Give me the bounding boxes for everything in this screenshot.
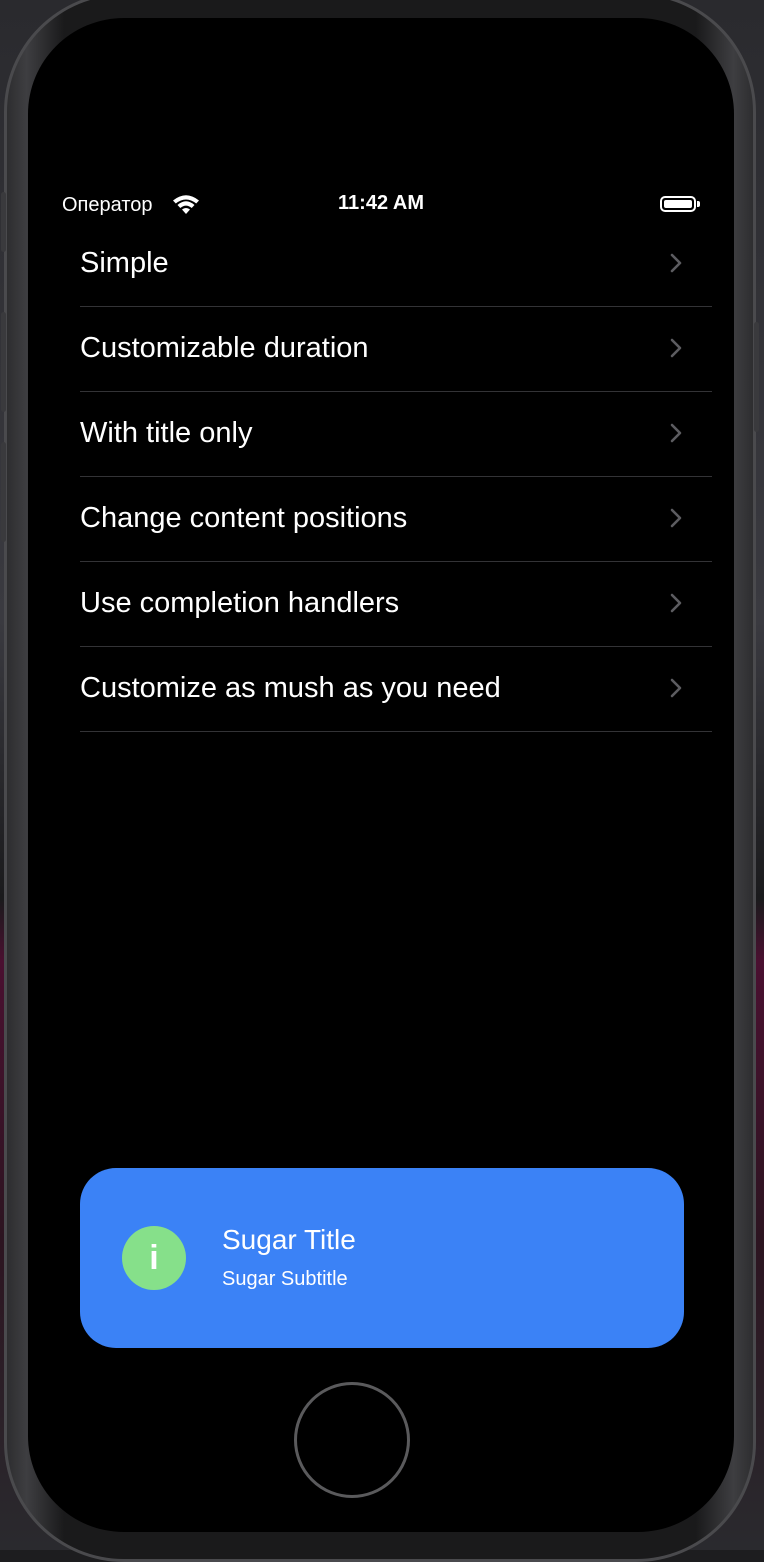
status-time: 11:42 AM	[338, 192, 424, 214]
list-item-with-title-only[interactable]: With title only	[80, 392, 712, 477]
list-item-label: Change content positions	[80, 502, 408, 534]
toast-subtitle: Sugar Subtitle	[222, 1268, 348, 1290]
chevron-right-icon	[670, 593, 682, 613]
phone-screen: Оператор 11:42 AM Simple Customizable du…	[28, 18, 734, 1532]
chevron-right-icon	[670, 678, 682, 698]
list-item-simple[interactable]: Simple	[80, 222, 712, 307]
chevron-right-icon	[670, 423, 682, 443]
demo-list: Simple Customizable duration With title …	[80, 222, 712, 732]
volume-up-button[interactable]	[1, 312, 6, 412]
list-item-customize-as-much[interactable]: Customize as mush as you need	[80, 647, 712, 732]
status-bar: Оператор 11:42 AM	[28, 190, 734, 220]
battery-icon	[660, 196, 700, 214]
list-item-change-content-positions[interactable]: Change content positions	[80, 477, 712, 562]
list-item-label: Simple	[80, 247, 169, 279]
power-button[interactable]	[754, 322, 759, 432]
home-button[interactable]	[294, 1382, 410, 1498]
list-item-label: Customizable duration	[80, 332, 369, 364]
sugar-toast[interactable]: i Sugar Title Sugar Subtitle	[80, 1168, 684, 1348]
list-item-use-completion-handlers[interactable]: Use completion handlers	[80, 562, 712, 647]
toast-title: Sugar Title	[222, 1224, 356, 1255]
mute-switch[interactable]	[1, 192, 6, 252]
chevron-right-icon	[670, 253, 682, 273]
chevron-right-icon	[670, 338, 682, 358]
list-item-customizable-duration[interactable]: Customizable duration	[80, 307, 712, 392]
info-icon: i	[122, 1226, 186, 1290]
list-item-label: With title only	[80, 417, 253, 449]
list-item-label: Use completion handlers	[80, 587, 400, 619]
list-item-label: Customize as mush as you need	[80, 672, 501, 704]
chevron-right-icon	[670, 508, 682, 528]
volume-down-button[interactable]	[1, 442, 6, 542]
